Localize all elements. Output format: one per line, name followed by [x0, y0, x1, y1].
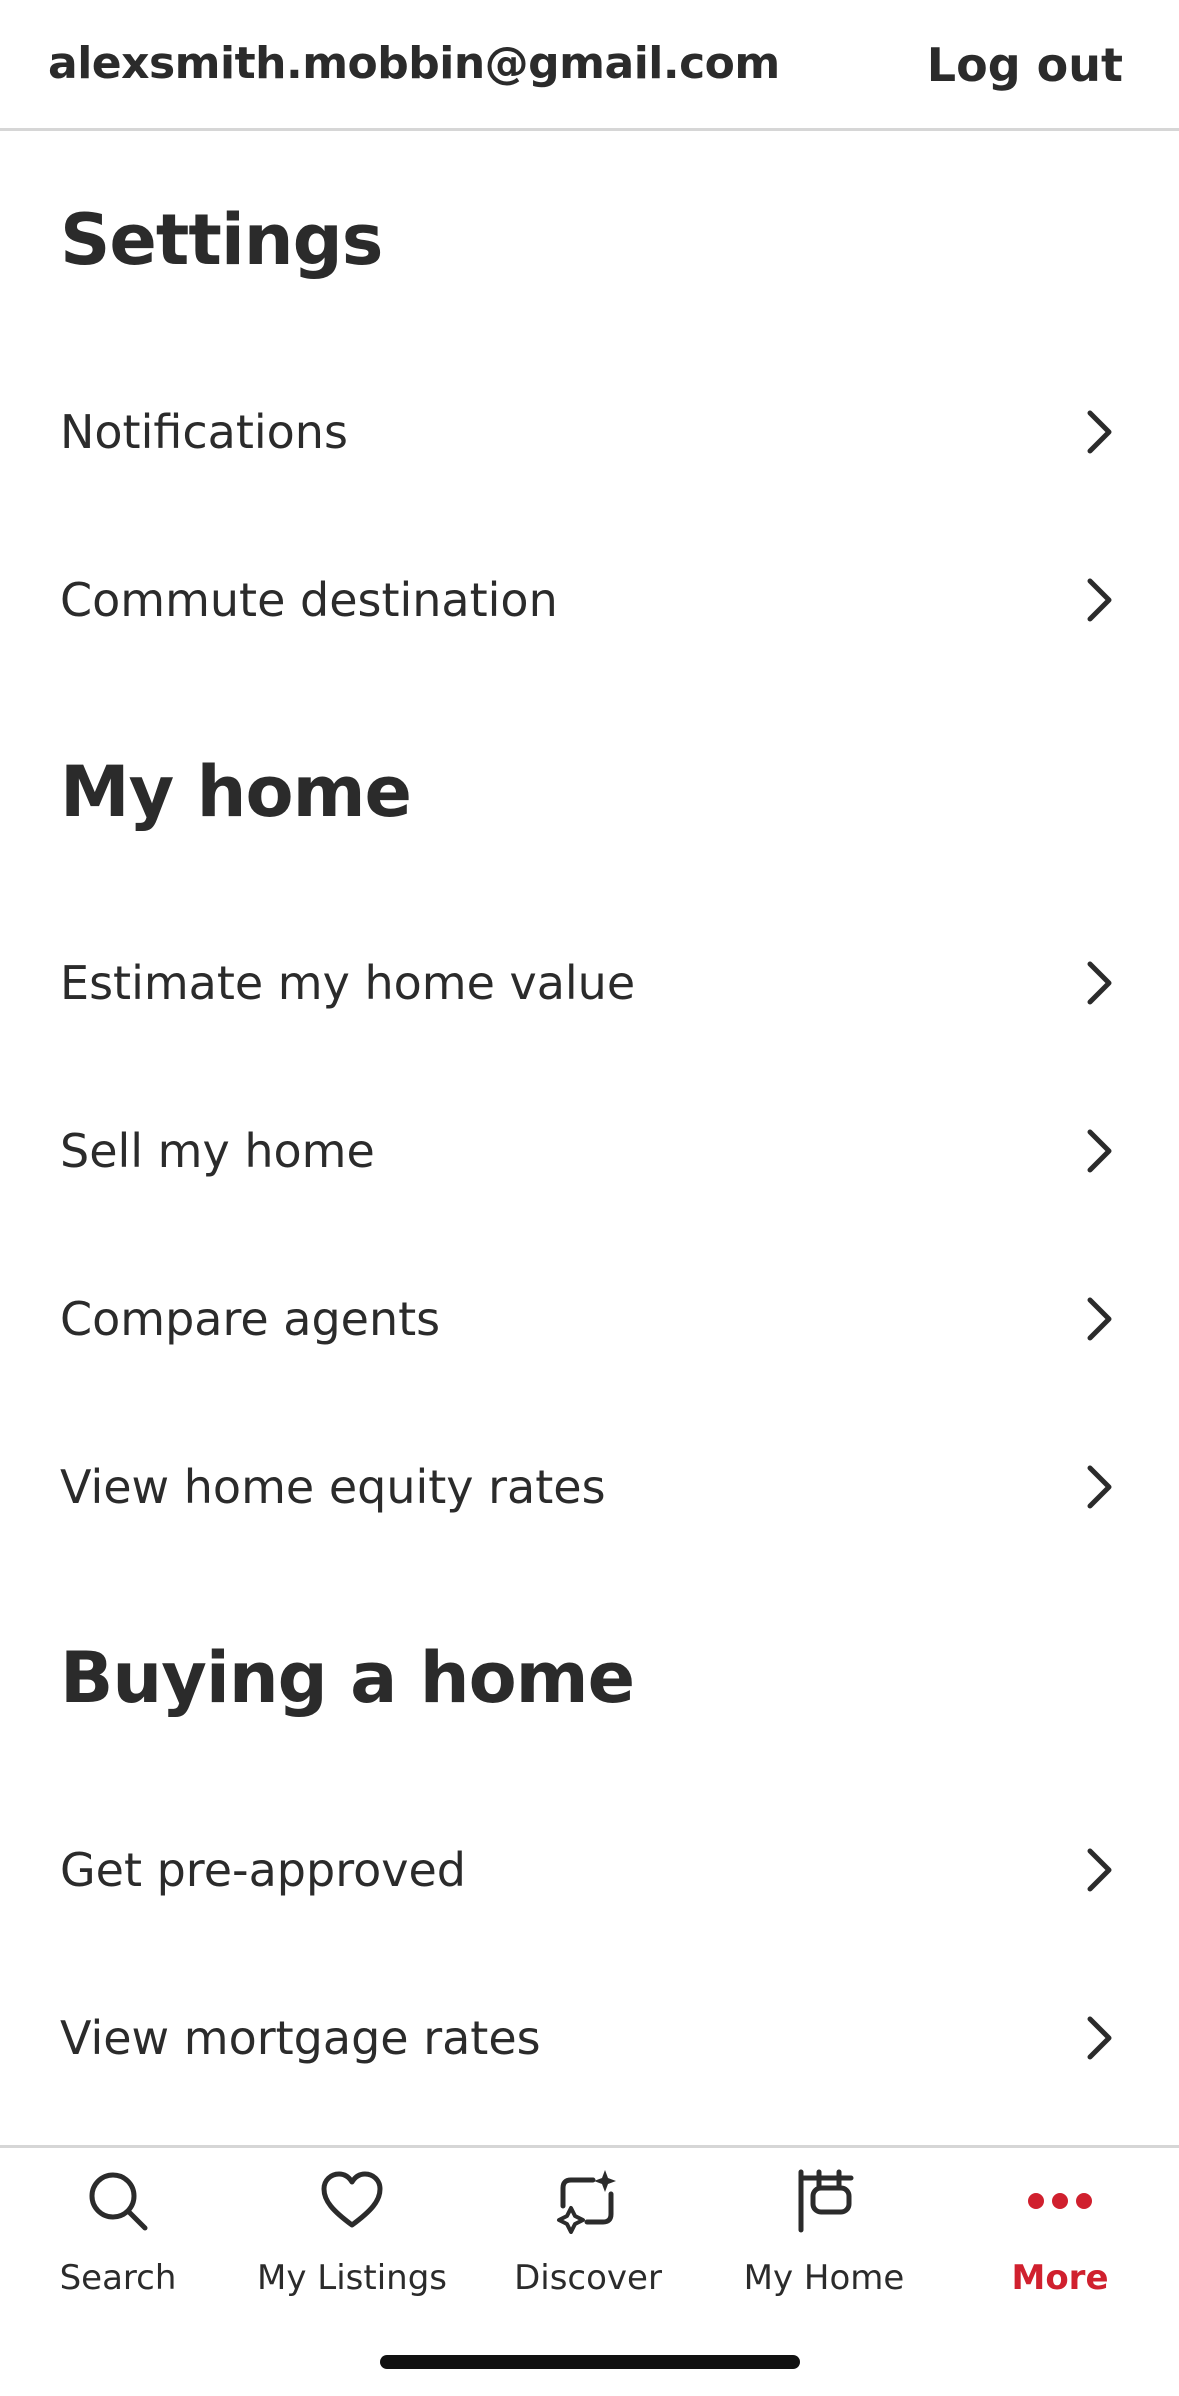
chevron-right-icon	[1087, 1465, 1112, 1509]
menu-item-sell-my-home[interactable]: Sell my home	[0, 1067, 1179, 1235]
home-indicator	[380, 2355, 800, 2369]
tab-my-home[interactable]: My Home	[706, 2148, 942, 2318]
tab-search[interactable]: Search	[0, 2148, 236, 2318]
menu-item-home-equity-rates[interactable]: View home equity rates	[0, 1403, 1179, 1571]
chevron-right-icon	[1087, 1297, 1112, 1341]
tab-label: My Listings	[257, 2258, 447, 2298]
menu-item-label: Get pre-approved	[60, 1843, 466, 1897]
tab-more[interactable]: More	[942, 2148, 1178, 2318]
chevron-right-icon	[1087, 578, 1112, 622]
chevron-right-icon	[1087, 1848, 1112, 1892]
discover-icon	[557, 2170, 616, 2234]
chevron-right-icon	[1087, 1129, 1112, 1173]
chevron-right-icon	[1087, 961, 1112, 1005]
tab-my-listings[interactable]: My Listings	[234, 2148, 470, 2318]
account-header: alexsmith.mobbin@gmail.com Log out	[0, 0, 1179, 131]
section-title-my-home: My home	[60, 751, 412, 833]
menu-item-view-mortgage-rates[interactable]: View mortgage rates	[0, 1954, 1179, 2122]
menu-item-label: View mortgage rates	[60, 2011, 541, 2065]
section-title-buying-a-home: Buying a home	[60, 1637, 635, 1719]
more-dots-icon	[1028, 2193, 1092, 2209]
menu-item-get-pre-approved[interactable]: Get pre-approved	[0, 1786, 1179, 1954]
menu-item-label: Sell my home	[60, 1124, 375, 1178]
heart-icon	[321, 2171, 383, 2228]
menu-item-label: Commute destination	[60, 573, 558, 627]
tab-label: My Home	[743, 2258, 905, 2298]
account-email: alexsmith.mobbin@gmail.com	[48, 38, 780, 89]
more-menu: Settings Notifications Commute destinati…	[0, 131, 1179, 2145]
menu-item-label: View home equity rates	[60, 1460, 606, 1514]
menu-item-notifications[interactable]: Notifications	[0, 348, 1179, 516]
tab-label: Search	[59, 2258, 177, 2298]
home-sign-icon	[798, 2169, 854, 2233]
chevron-right-icon	[1087, 410, 1112, 454]
section-title-settings: Settings	[60, 199, 383, 281]
menu-item-estimate-home-value[interactable]: Estimate my home value	[0, 899, 1179, 1067]
menu-item-commute-destination[interactable]: Commute destination	[0, 516, 1179, 684]
menu-item-label: Estimate my home value	[60, 956, 636, 1010]
menu-item-label: Notifications	[60, 405, 348, 459]
logout-button[interactable]: Log out	[927, 38, 1123, 92]
search-icon	[89, 2172, 148, 2231]
tab-label: More	[1011, 2258, 1109, 2298]
menu-item-compare-agents[interactable]: Compare agents	[0, 1235, 1179, 1403]
chevron-right-icon	[1087, 2016, 1112, 2060]
tab-discover[interactable]: Discover	[470, 2148, 706, 2318]
tab-label: Discover	[514, 2258, 662, 2298]
menu-item-label: Compare agents	[60, 1292, 441, 1346]
